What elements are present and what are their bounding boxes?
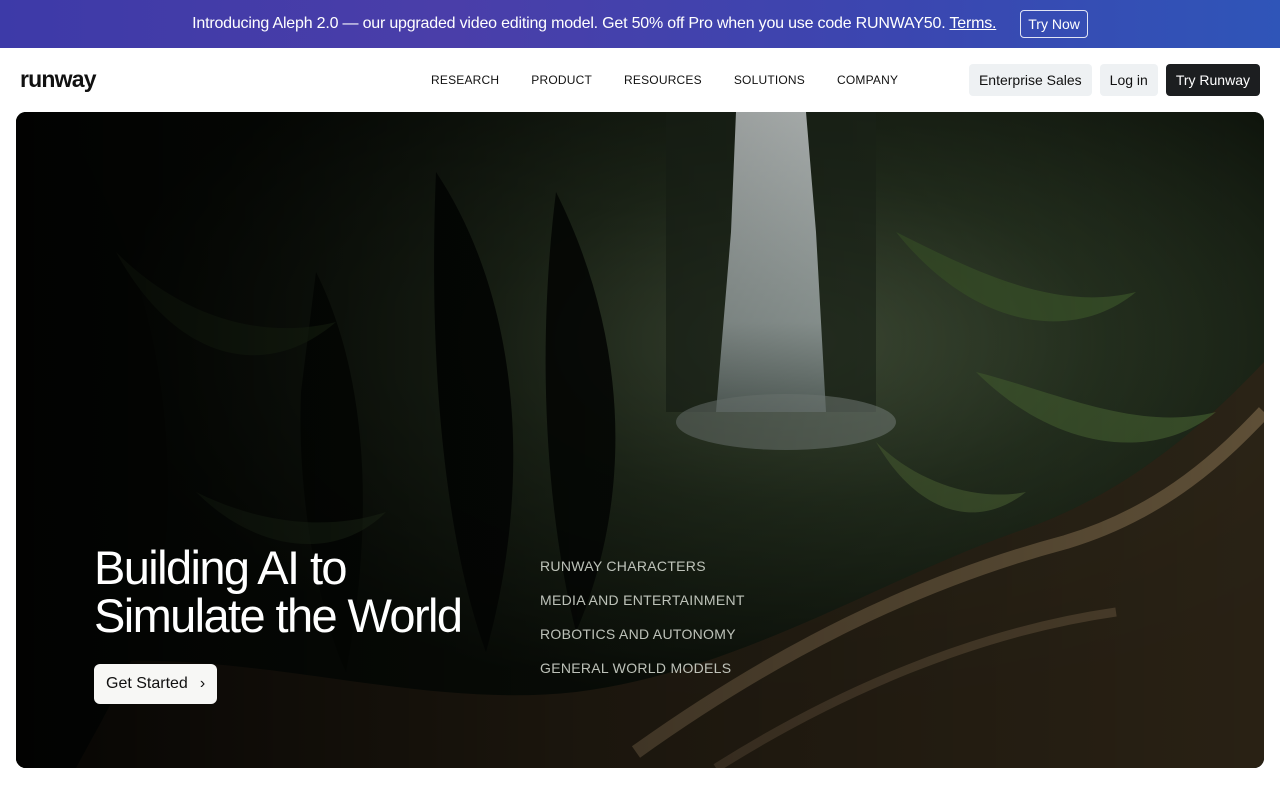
topic-general-world-models[interactable]: GENERAL WORLD MODELS xyxy=(540,660,745,694)
topic-robotics-autonomy[interactable]: ROBOTICS AND AUTONOMY xyxy=(540,626,745,660)
get-started-label: Get Started xyxy=(106,675,188,692)
terms-link[interactable]: Terms. xyxy=(949,15,996,32)
topic-runway-characters[interactable]: RUNWAY CHARACTERS xyxy=(540,558,745,592)
hero-title: Building AI to Simulate the World xyxy=(94,541,463,642)
promo-message: Introducing Aleph 2.0 — our upgraded vid… xyxy=(192,15,946,32)
hero-title-line-1: Building AI to xyxy=(94,541,348,594)
nav-actions: Enterprise Sales Log in Try Runway xyxy=(968,64,1260,96)
nav-product[interactable]: PRODUCT xyxy=(515,73,608,87)
hero-topic-list: RUNWAY CHARACTERS MEDIA AND ENTERTAINMEN… xyxy=(540,558,745,694)
nav-research[interactable]: RESEARCH xyxy=(415,73,515,87)
nav-solutions[interactable]: SOLUTIONS xyxy=(718,73,821,87)
try-runway-button[interactable]: Try Runway xyxy=(1165,64,1260,96)
topic-media-entertainment[interactable]: MEDIA AND ENTERTAINMENT xyxy=(540,592,745,626)
login-button[interactable]: Log in xyxy=(1099,64,1158,96)
enterprise-sales-button[interactable]: Enterprise Sales xyxy=(968,64,1092,96)
hero-section: Building AI to Simulate the World Get St… xyxy=(16,112,1264,768)
main-nav-links: RESEARCH PRODUCT RESOURCES SOLUTIONS COM… xyxy=(415,48,914,112)
top-navigation: runway RESEARCH PRODUCT RESOURCES SOLUTI… xyxy=(0,48,1280,112)
promo-text: Introducing Aleph 2.0 — our upgraded vid… xyxy=(192,15,996,33)
nav-resources[interactable]: RESOURCES xyxy=(608,73,718,87)
runway-logo[interactable]: runway xyxy=(20,66,97,93)
nav-company[interactable]: COMPANY xyxy=(821,73,914,87)
try-now-button[interactable]: Try Now xyxy=(1020,10,1088,38)
promo-banner: Introducing Aleph 2.0 — our upgraded vid… xyxy=(0,0,1280,48)
hero-title-line-2: Simulate the World xyxy=(94,589,463,642)
chevron-right-icon: › xyxy=(199,675,206,692)
get-started-button[interactable]: Get Started › xyxy=(94,664,218,704)
